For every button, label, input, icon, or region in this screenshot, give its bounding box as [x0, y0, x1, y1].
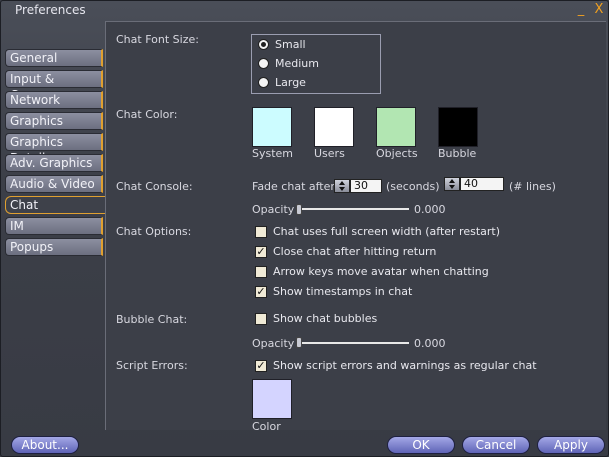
bubble-opacity-slider[interactable] — [297, 342, 409, 344]
fade-chat-label: Fade chat after — [252, 180, 335, 193]
checkmark-icon: ✓ — [255, 244, 267, 258]
checkbox-label: Chat uses full screen width (after resta… — [273, 225, 501, 238]
tab-graphics[interactable]: Graphics — [5, 112, 103, 130]
fade-seconds-spinner[interactable] — [334, 179, 350, 193]
tab-input-camera[interactable]: Input & Camera — [5, 70, 103, 102]
radio-button-icon — [258, 77, 269, 88]
system-color-label: System — [252, 147, 294, 160]
seconds-label: (seconds) — [386, 180, 440, 193]
system-color-swatch[interactable] — [252, 107, 292, 147]
chat-console-label: Chat Console: — [116, 180, 193, 193]
opacity-slider[interactable] — [297, 208, 409, 210]
opacity-label: Opacity — [252, 203, 295, 216]
bubble-color-label: Bubble — [438, 147, 477, 160]
script-error-color-label: Color — [252, 420, 281, 433]
preferences-window: Preferences _ X General Input & Camera N… — [0, 0, 609, 457]
checkbox-label: Close chat after hitting return — [273, 245, 437, 258]
radio-label: Medium — [275, 57, 319, 70]
checkmark-icon: ✓ — [255, 358, 267, 372]
window-title: Preferences — [15, 3, 86, 17]
checkbox-label: Show chat bubbles — [273, 312, 378, 325]
checkbox-label: Show timestamps in chat — [273, 285, 413, 298]
radio-medium[interactable]: Medium — [258, 57, 319, 70]
tab-chat[interactable]: Chat — [5, 196, 105, 214]
font-size-label: Chat Font Size: — [116, 33, 199, 46]
option-arrow-keys[interactable]: Arrow keys move avatar when chatting — [255, 265, 489, 278]
cancel-button[interactable]: Cancel — [462, 436, 530, 454]
radio-label: Small — [275, 38, 306, 51]
ok-button[interactable]: OK — [387, 436, 455, 454]
tab-graphics-detail[interactable]: Graphics Detail — [5, 133, 103, 165]
radio-label: Large — [275, 76, 306, 89]
tab-im[interactable]: IM — [5, 217, 103, 235]
opacity-value: 0.000 — [414, 203, 446, 216]
objects-color-label: Objects — [376, 147, 418, 160]
users-color-swatch[interactable] — [314, 107, 354, 147]
bubble-chat-label: Bubble Chat: — [116, 313, 188, 326]
about-button[interactable]: About... — [11, 436, 79, 454]
lines-label: (# lines) — [509, 180, 556, 193]
checkbox-label: Show script errors and warnings as regul… — [273, 359, 537, 372]
radio-button-icon — [258, 58, 269, 69]
radio-large[interactable]: Large — [258, 76, 306, 89]
option-timestamps[interactable]: ✓ Show timestamps in chat — [255, 285, 412, 298]
checkmark-icon: ✓ — [255, 284, 267, 298]
lines-spinner[interactable] — [444, 177, 460, 191]
minimize-icon[interactable]: _ — [574, 3, 588, 17]
tab-adv-graphics[interactable]: Adv. Graphics — [5, 154, 103, 172]
option-full-width[interactable]: Chat uses full screen width (after resta… — [255, 225, 500, 238]
checkbox-label: Arrow keys move avatar when chatting — [273, 265, 489, 278]
radio-button-icon — [258, 39, 269, 50]
tab-popups[interactable]: Popups — [5, 238, 103, 256]
bubble-opacity-value: 0.000 — [414, 337, 446, 350]
objects-color-swatch[interactable] — [376, 107, 416, 147]
chat-color-label: Chat Color: — [116, 108, 178, 121]
checkbox-icon — [255, 265, 267, 278]
users-color-label: Users — [314, 147, 345, 160]
option-show-bubbles[interactable]: Show chat bubbles — [255, 312, 377, 325]
close-icon[interactable]: X — [592, 3, 606, 17]
lines-input[interactable]: 40 — [460, 177, 504, 191]
script-error-color-swatch[interactable] — [252, 379, 292, 419]
chat-options-label: Chat Options: — [116, 225, 192, 238]
tab-general[interactable]: General — [5, 49, 103, 67]
checkbox-icon — [255, 225, 267, 238]
checkbox-icon — [255, 312, 267, 325]
title-bar[interactable]: Preferences _ X — [1, 1, 608, 21]
radio-small[interactable]: Small — [258, 38, 306, 51]
tab-network[interactable]: Network — [5, 91, 103, 109]
bubble-color-swatch[interactable] — [438, 107, 478, 147]
bubble-opacity-label: Opacity — [252, 337, 295, 350]
bubble-opacity-slider-handle[interactable] — [296, 337, 302, 348]
script-errors-label: Script Errors: — [116, 359, 188, 372]
apply-button[interactable]: Apply — [537, 436, 605, 454]
opacity-slider-handle[interactable] — [296, 204, 302, 215]
fade-seconds-input[interactable]: 30 — [350, 179, 382, 193]
option-close-chat[interactable]: ✓ Close chat after hitting return — [255, 245, 436, 258]
font-size-radio-group: Small Medium Large — [251, 34, 381, 94]
tab-audio-video[interactable]: Audio & Video — [5, 175, 103, 193]
option-script-errors[interactable]: ✓ Show script errors and warnings as reg… — [255, 359, 537, 372]
